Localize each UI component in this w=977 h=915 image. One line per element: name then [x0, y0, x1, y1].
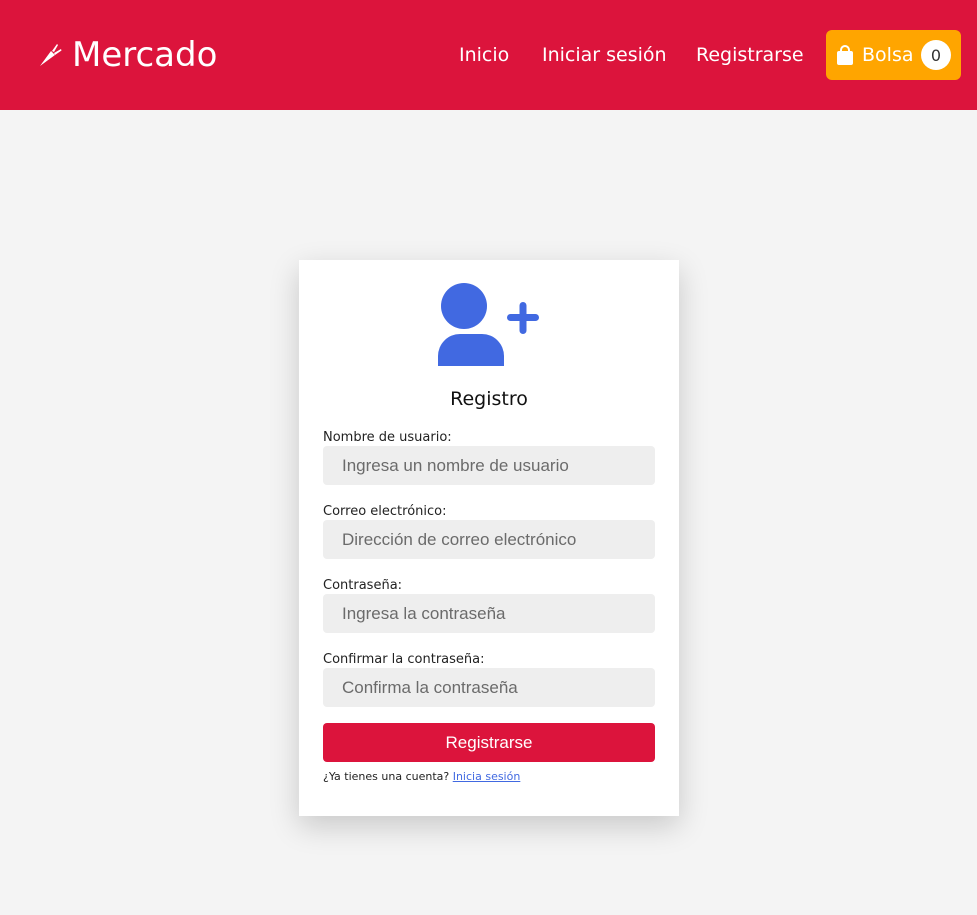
bag-count-badge: 0 — [921, 40, 951, 70]
navbar: Mercado Inicio Iniciar sesión Registrars… — [0, 0, 977, 110]
bag-button[interactable]: Bolsa 0 — [826, 30, 961, 80]
shopping-bag-icon — [837, 45, 853, 65]
confirm-password-label: Confirmar la contraseña: — [323, 652, 485, 667]
nav-link-iniciar-sesion[interactable]: Iniciar sesión — [542, 41, 667, 69]
password-label: Contraseña: — [323, 578, 403, 593]
email-label: Correo electrónico: — [323, 504, 447, 519]
nav-link-registrarse[interactable]: Registrarse — [696, 41, 804, 69]
user-plus-icon — [438, 283, 539, 366]
login-prompt-line: ¿Ya tienes una cuenta? Inicia sesión — [323, 769, 520, 785]
username-input[interactable] — [323, 446, 655, 485]
brand-name: Mercado — [72, 35, 218, 75]
email-input[interactable] — [323, 520, 655, 559]
brand-link[interactable]: Mercado — [38, 32, 217, 78]
login-prompt-text: ¿Ya tienes una cuenta? — [323, 770, 450, 783]
carrot-icon — [40, 44, 62, 66]
register-button[interactable]: Registrarse — [323, 723, 655, 762]
username-label: Nombre de usuario: — [323, 430, 452, 445]
bag-label: Bolsa — [862, 44, 914, 66]
form-title: Registro — [450, 388, 528, 410]
password-input[interactable] — [323, 594, 655, 633]
login-link[interactable]: Inicia sesión — [453, 770, 521, 783]
register-card: Registro Nombre de usuario: Correo elect… — [299, 260, 679, 816]
nav-link-inicio[interactable]: Inicio — [459, 41, 509, 69]
confirm-password-input[interactable] — [323, 668, 655, 707]
